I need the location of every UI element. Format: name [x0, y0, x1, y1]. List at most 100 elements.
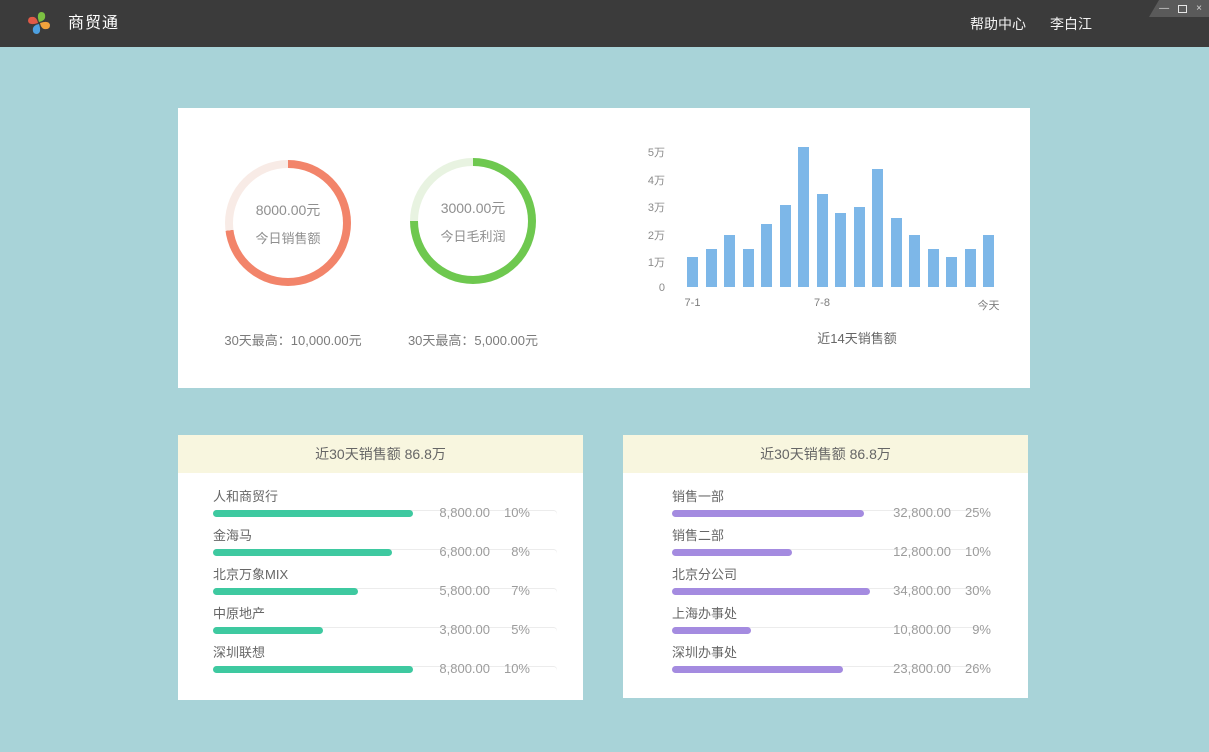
rank-row-value: 23,800.00 26%: [893, 661, 991, 676]
chart-bar: [983, 235, 994, 287]
rank-row-percent: 10%: [502, 661, 530, 676]
titlebar-nav: 帮助中心 李白江: [970, 0, 1092, 47]
chart-bar: [854, 207, 865, 287]
rank-row-amount: 3,800.00: [439, 622, 490, 637]
rank-bar-fill: [672, 588, 870, 595]
sales-14day-bar-chart: 5万4万3万2万1万0 7-17-8今天 近14天销售额: [633, 135, 1023, 355]
department-rank-card: 近30天销售额 86.8万 销售一部32,800.00 25% 销售二部12,800…: [623, 435, 1028, 698]
rank-row-value: 8,800.0010%: [439, 661, 530, 676]
rank-bar-fill: [213, 549, 392, 556]
rank-row: 深圳办事处23,800.00 26%: [672, 639, 1028, 678]
rank-row-percent: 26%: [963, 661, 991, 676]
window-controls: — ×: [1149, 0, 1209, 17]
current-user-link[interactable]: 李白江: [1050, 14, 1092, 34]
rank-row: 人和商贸行8,800.00 10%: [213, 483, 583, 522]
y-axis-tick: 4万: [633, 172, 665, 188]
chart-bar: [965, 249, 976, 288]
chart-bar: [780, 205, 791, 288]
chart-bar: [687, 257, 698, 287]
department-rank-list: 销售一部32,800.0025%销售二部12,800.0010%北京分公司34,…: [623, 473, 1028, 678]
maximize-icon[interactable]: [1178, 5, 1187, 13]
rank-bar-fill: [213, 510, 413, 517]
rank-row-name: 深圳联想: [213, 645, 583, 660]
rank-row-value: 34,800.00 30%: [893, 583, 991, 598]
today-sales-gauge: 8000.00元 今日销售额: [225, 160, 351, 286]
rank-row-value: 10,800.00 9%: [893, 622, 991, 637]
chart-bar: [817, 194, 828, 288]
rank-row-name: 销售二部: [672, 528, 1028, 543]
rank-row: 北京分公司34,800.00 30%: [672, 561, 1028, 600]
rank-row-value: 8,800.00 10%: [439, 505, 530, 520]
rank-row-percent: 30%: [963, 583, 991, 598]
rank-bar-fill: [672, 510, 864, 517]
rank-row-name: 中原地产: [213, 606, 583, 621]
rank-row-percent: 9%: [963, 622, 991, 637]
chart-bar: [909, 235, 920, 287]
chart-bar: [872, 169, 883, 287]
rank-row-value: 32,800.00 25%: [893, 505, 991, 520]
rank-row-percent: 10%: [502, 505, 530, 520]
x-axis-tick: 7-1: [685, 297, 701, 309]
y-axis-tick: 3万: [633, 199, 665, 215]
rank-row-amount: 10,800.00: [893, 622, 951, 637]
today-profit-value: 3000.00元: [441, 198, 506, 218]
y-axis-tick: 1万: [633, 254, 665, 270]
today-sales-value: 8000.00元: [256, 200, 321, 220]
rank-bar-fill: [672, 666, 843, 673]
customer-rank-list: 人和商贸行8,800.0010%金海马6,800.008%北京万象MIX5,80…: [178, 473, 583, 678]
today-profit-label: 今日毛利润: [440, 226, 505, 245]
rank-row-value: 5,800.00 7%: [439, 583, 530, 598]
rank-row-value: 6,800.008%: [439, 544, 530, 559]
app-logo-pinwheel-icon: [26, 10, 52, 36]
rank-row-percent: 5%: [502, 622, 530, 637]
minimize-icon[interactable]: —: [1159, 4, 1169, 14]
rank-row-amount: 12,800.00: [893, 544, 951, 559]
rank-row-percent: 7%: [502, 583, 530, 598]
chart-caption: 近14天销售额: [687, 328, 1027, 347]
rank-row-name: 人和商贸行: [213, 489, 583, 504]
rank-bar-fill: [672, 549, 792, 556]
chart-bar: [706, 249, 717, 288]
rank-row-amount: 6,800.00: [439, 544, 490, 559]
rank-row-name: 销售一部: [672, 489, 1028, 504]
rank-row-name: 北京分公司: [672, 567, 1028, 582]
rank-row-amount: 34,800.00: [893, 583, 951, 598]
x-axis-tick: 今天: [978, 297, 1000, 313]
chart-bar: [891, 218, 902, 287]
rank-row-amount: 5,800.00: [439, 583, 490, 598]
chart-bar: [761, 224, 772, 287]
rank-row-name: 深圳办事处: [672, 645, 1028, 660]
today-sales-gauge-center: 8000.00元 今日销售额: [233, 168, 343, 278]
chart-bar: [724, 235, 735, 287]
rank-row: 销售二部12,800.0010%: [672, 522, 1028, 561]
rank-row: 销售一部32,800.00 25%: [672, 483, 1028, 522]
rank-row-name: 北京万象MIX: [213, 567, 583, 582]
rank-row-amount: 8,800.00: [439, 505, 490, 520]
rank-bar-fill: [213, 588, 358, 595]
y-axis-tick: 5万: [633, 144, 665, 160]
chart-bar: [928, 249, 939, 288]
rank-row: 中原地产3,800.00 5%: [213, 600, 583, 639]
today-profit-30day-max: 30天最高：5,000.00元: [358, 330, 588, 349]
summary-card: 8000.00元 今日销售额 30天最高：10,000.00元 3000.00元…: [178, 108, 1030, 388]
rank-row-percent: 25%: [963, 505, 991, 520]
help-center-link[interactable]: 帮助中心: [970, 14, 1026, 34]
x-axis-tick: 7-8: [814, 297, 830, 309]
rank-row: 金海马6,800.008%: [213, 522, 583, 561]
rank-row: 深圳联想8,800.0010%: [213, 639, 583, 678]
rank-row-amount: 32,800.00: [893, 505, 951, 520]
rank-row-name: 上海办事处: [672, 606, 1028, 621]
rank-row-value: 12,800.0010%: [893, 544, 991, 559]
rank-row: 北京万象MIX5,800.00 7%: [213, 561, 583, 600]
rank-row: 上海办事处10,800.00 9%: [672, 600, 1028, 639]
rank-row-value: 3,800.00 5%: [439, 622, 530, 637]
department-rank-title: 近30天销售额 86.8万: [623, 435, 1028, 473]
rank-row-name: 金海马: [213, 528, 583, 543]
today-sales-label: 今日销售额: [255, 228, 320, 247]
app-title: 商贸通: [68, 0, 119, 47]
close-icon[interactable]: ×: [1196, 4, 1202, 14]
today-profit-gauge-center: 3000.00元 今日毛利润: [418, 166, 528, 276]
rank-bar-fill: [672, 627, 751, 634]
rank-row-amount: 23,800.00: [893, 661, 951, 676]
chart-bar: [743, 249, 754, 288]
